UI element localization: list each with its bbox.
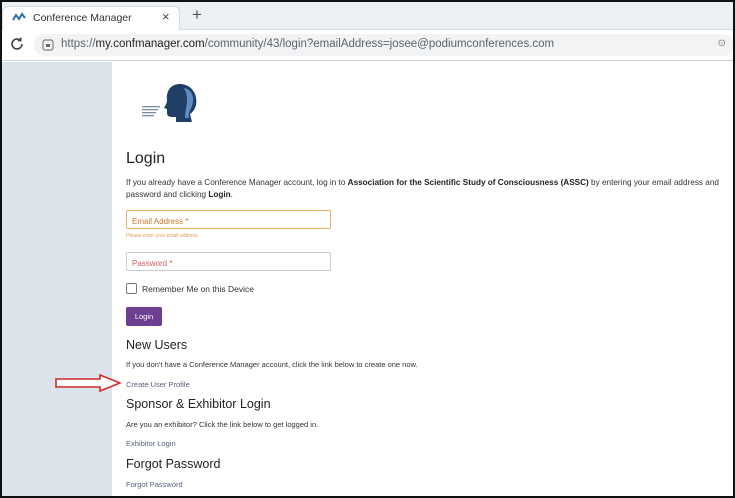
new-users-heading: New Users [126, 338, 188, 352]
new-tab-icon[interactable]: + [192, 6, 202, 23]
site-info-icon[interactable] [42, 39, 54, 51]
tab-title: Conference Manager [33, 12, 132, 24]
close-tab-icon[interactable]: × [162, 10, 170, 24]
create-user-profile-link[interactable]: Create User Profile [126, 380, 190, 389]
reload-icon[interactable] [8, 35, 26, 53]
email-input[interactable] [127, 213, 330, 230]
left-side-band [2, 62, 112, 496]
email-error-message: Please enter your email address [126, 233, 198, 239]
conference-manager-favicon-icon [12, 12, 26, 21]
browser-window: Conference Manager × + https://my.confma… [0, 0, 735, 498]
forgot-password-link[interactable]: Forgot Password [126, 480, 183, 489]
assc-head-logo-icon [142, 84, 197, 122]
sponsor-exhibitor-text: Are you an exhibitor? Click the link bel… [126, 420, 319, 429]
login-page: Login If you already have a Conference M… [2, 62, 733, 496]
login-heading: Login [126, 150, 166, 167]
password-field[interactable] [126, 252, 331, 272]
sponsor-exhibitor-heading: Sponsor & Exhibitor Login [126, 397, 271, 411]
address-bar[interactable]: https://my.confmanager.com/community/43/… [34, 34, 733, 56]
remember-me-label[interactable]: Remember Me on this Device [142, 284, 254, 294]
navigation-bar: https://my.confmanager.com/community/43/… [2, 30, 733, 61]
login-button[interactable]: Login [126, 307, 162, 326]
email-field[interactable] [126, 210, 331, 230]
omnibox-action-icon[interactable]: ⊙ [718, 38, 726, 49]
url-text[interactable]: https://my.confmanager.com/community/43/… [61, 38, 554, 50]
remember-me-checkbox[interactable] [126, 283, 137, 294]
forgot-password-heading: Forgot Password [126, 457, 221, 471]
red-arrow-annotation-icon [55, 374, 122, 392]
tab-strip: Conference Manager × + [2, 2, 733, 30]
new-users-text: If you don't have a Conference Manager a… [126, 360, 418, 369]
exhibitor-login-link[interactable]: Exhibitor Login [126, 439, 176, 448]
login-intro-text: If you already have a Conference Manager… [126, 178, 719, 199]
password-input[interactable] [127, 255, 330, 272]
tab-conference-manager[interactable]: Conference Manager × [2, 6, 180, 30]
